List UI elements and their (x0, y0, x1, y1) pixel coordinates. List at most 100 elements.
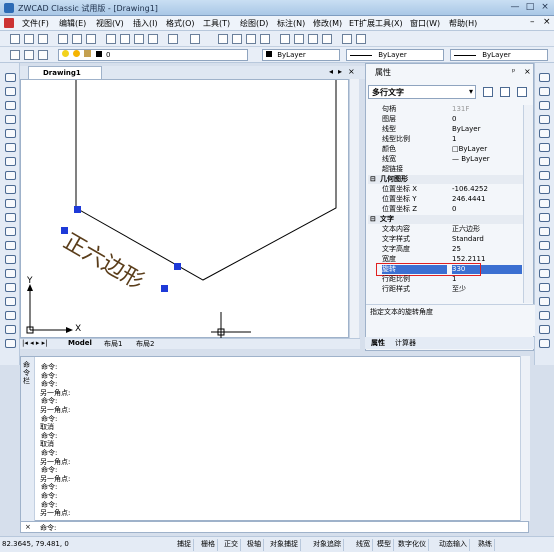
properties-icon[interactable] (280, 34, 290, 44)
zoom-realtime-icon[interactable] (232, 34, 242, 44)
table-icon[interactable] (5, 325, 16, 334)
copy-object-icon[interactable] (539, 87, 550, 96)
region-icon[interactable] (5, 297, 16, 306)
pan-icon[interactable] (218, 34, 228, 44)
paste-icon[interactable] (134, 34, 144, 44)
grip-right[interactable] (174, 263, 181, 270)
property-value[interactable]: ByLayer (452, 125, 522, 134)
property-value[interactable]: 246.4441 (452, 195, 522, 204)
properties-panel-icon[interactable] (539, 339, 550, 348)
wipeout-icon[interactable] (5, 311, 16, 320)
property-row[interactable]: 文本内容 正六边形 (368, 225, 523, 234)
property-value[interactable]: 25 (452, 245, 522, 254)
menu-et-extensions[interactable]: ET扩展工具(X) (349, 18, 403, 29)
doc-minimize-button[interactable]: – (530, 17, 535, 27)
preview-icon[interactable] (72, 34, 82, 44)
hatch-icon[interactable] (5, 269, 16, 278)
canvas-vertical-scrollbar[interactable] (349, 79, 359, 338)
layer-dropdown[interactable]: 0 (58, 49, 248, 61)
property-row[interactable]: 位置坐标 Z 0 (368, 205, 523, 214)
rectangle-icon[interactable] (5, 129, 16, 138)
tab-scroll-right-icon[interactable]: ▸ (338, 67, 342, 76)
calculator-icon[interactable] (342, 34, 352, 44)
property-section[interactable]: ⊟ 几何图形 (368, 175, 523, 184)
property-row[interactable]: 颜色 □ByLayer (368, 145, 523, 154)
property-value[interactable]: 至少 (452, 285, 522, 294)
trim-icon[interactable] (539, 199, 550, 208)
property-row[interactable]: 图层 0 (368, 115, 523, 124)
tab-calculator[interactable]: 计算器 (395, 338, 416, 348)
mirror-icon[interactable] (539, 101, 550, 110)
ellipse-arc-icon[interactable] (5, 213, 16, 222)
grip-top-left[interactable] (74, 206, 81, 213)
tab-layout1[interactable]: 布局1 (104, 339, 122, 349)
tab-drawing1[interactable]: Drawing1 (28, 66, 102, 79)
status-toggle[interactable]: 数字化仪 (396, 539, 429, 551)
property-row[interactable]: 行距比例 1 (368, 275, 523, 284)
print-icon[interactable] (58, 34, 68, 44)
stretch-icon[interactable] (539, 185, 550, 194)
make-block-icon[interactable] (5, 241, 16, 250)
tab-layout2[interactable]: 布局2 (136, 339, 154, 349)
layer-manager-icon[interactable] (10, 50, 20, 60)
status-toggle[interactable]: 动态输入 (437, 539, 470, 551)
minimize-button[interactable]: — (508, 2, 522, 13)
properties-pin-icon[interactable]: ᵖ (512, 67, 515, 76)
sheet-set-icon[interactable] (322, 34, 332, 44)
open-icon[interactable] (24, 34, 34, 44)
property-row[interactable]: 旋转 330 (368, 263, 523, 276)
draw-order-icon[interactable] (539, 311, 550, 320)
property-grid-scrollbar[interactable] (523, 105, 533, 303)
offset-icon[interactable] (539, 115, 550, 124)
property-value[interactable]: 1 (452, 135, 522, 144)
rotate-icon[interactable] (539, 157, 550, 166)
status-toggle[interactable]: 对象捕捉 (268, 539, 301, 551)
construction-line-icon[interactable] (5, 87, 16, 96)
chamfer-icon[interactable] (539, 269, 550, 278)
menu-file[interactable]: 文件(F) (22, 18, 49, 29)
revision-cloud-icon[interactable] (5, 171, 16, 180)
object-type-select[interactable]: 多行文字 ▾ (368, 85, 476, 99)
property-value[interactable]: 1 (452, 275, 522, 284)
arc-icon[interactable] (5, 143, 16, 152)
status-toggle[interactable]: 极轴 (245, 539, 264, 551)
menu-draw[interactable]: 绘图(D) (240, 18, 268, 29)
property-row[interactable]: 线宽 — ByLayer (368, 155, 523, 164)
drawing-canvas[interactable]: Y X 正六边形 (20, 79, 349, 339)
move-icon[interactable] (539, 143, 550, 152)
grip-left[interactable] (61, 227, 68, 234)
property-value[interactable] (452, 175, 522, 184)
point-icon[interactable] (5, 255, 16, 264)
linetype-dropdown[interactable]: ByLayer (346, 49, 444, 61)
select-objects-icon[interactable] (500, 87, 510, 97)
new-icon[interactable] (10, 34, 20, 44)
status-toggle[interactable]: 熟练 (476, 539, 495, 551)
properties-close-button[interactable]: × (524, 67, 531, 76)
close-button[interactable]: × (538, 2, 552, 13)
edit-polyline-icon[interactable] (539, 325, 550, 334)
extend-icon[interactable] (539, 213, 550, 222)
property-value[interactable]: □ByLayer (452, 145, 522, 154)
quick-select-icon[interactable] (517, 87, 527, 97)
property-value[interactable]: 131F (452, 105, 522, 114)
match-properties-icon[interactable] (148, 34, 158, 44)
property-row[interactable]: 文字样式 Standard (368, 235, 523, 244)
menu-dimension[interactable]: 标注(N) (277, 18, 305, 29)
doc-icon[interactable] (4, 18, 14, 28)
join-icon[interactable] (539, 255, 550, 264)
status-toggle[interactable]: 栅格 (199, 539, 218, 551)
close-drawing-button[interactable]: × (348, 67, 355, 76)
collapse-icon[interactable]: ⊟ (370, 215, 376, 224)
maximize-button[interactable]: □ (523, 2, 537, 13)
property-value[interactable]: — ByLayer (452, 155, 522, 164)
menu-insert[interactable]: 插入(I) (133, 18, 158, 29)
polyline-icon[interactable] (5, 101, 16, 110)
color-dropdown[interactable]: ByLayer (262, 49, 340, 61)
insert-block-icon[interactable] (5, 227, 16, 236)
toggle-pickadd-icon[interactable] (483, 87, 493, 97)
zoom-previous-icon[interactable] (260, 34, 270, 44)
property-row[interactable]: 位置坐标 X -106.4252 (368, 185, 523, 194)
property-value[interactable]: 0 (452, 115, 522, 124)
property-row[interactable]: 位置坐标 Y 246.4441 (368, 195, 523, 204)
array-icon[interactable] (539, 129, 550, 138)
